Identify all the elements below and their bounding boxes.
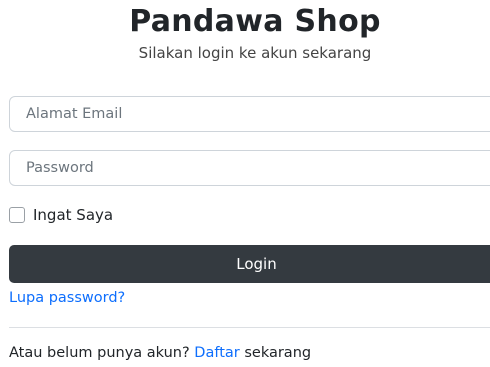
remember-me[interactable]: Ingat Saya <box>9 205 113 225</box>
register-suffix: sekarang <box>244 345 312 361</box>
password-field[interactable] <box>9 150 490 186</box>
register-link[interactable]: Daftar <box>194 345 239 361</box>
page-subtitle: Silakan login ke akun sekarang <box>138 44 372 62</box>
register-prompt: Atau belum punya akun? Daftar sekarang <box>9 345 311 361</box>
login-button[interactable]: Login <box>9 245 490 283</box>
forgot-password-link[interactable]: Lupa password? <box>9 290 125 306</box>
email-field[interactable] <box>9 96 490 132</box>
remember-label: Ingat Saya <box>33 206 114 224</box>
page-title: Pandawa Shop <box>129 4 381 39</box>
divider <box>9 327 490 328</box>
register-prefix: Atau belum punya akun? <box>9 345 190 361</box>
remember-checkbox[interactable] <box>9 207 25 223</box>
login-page: Pandawa Shop Silakan login ke akun sekar… <box>0 0 490 367</box>
